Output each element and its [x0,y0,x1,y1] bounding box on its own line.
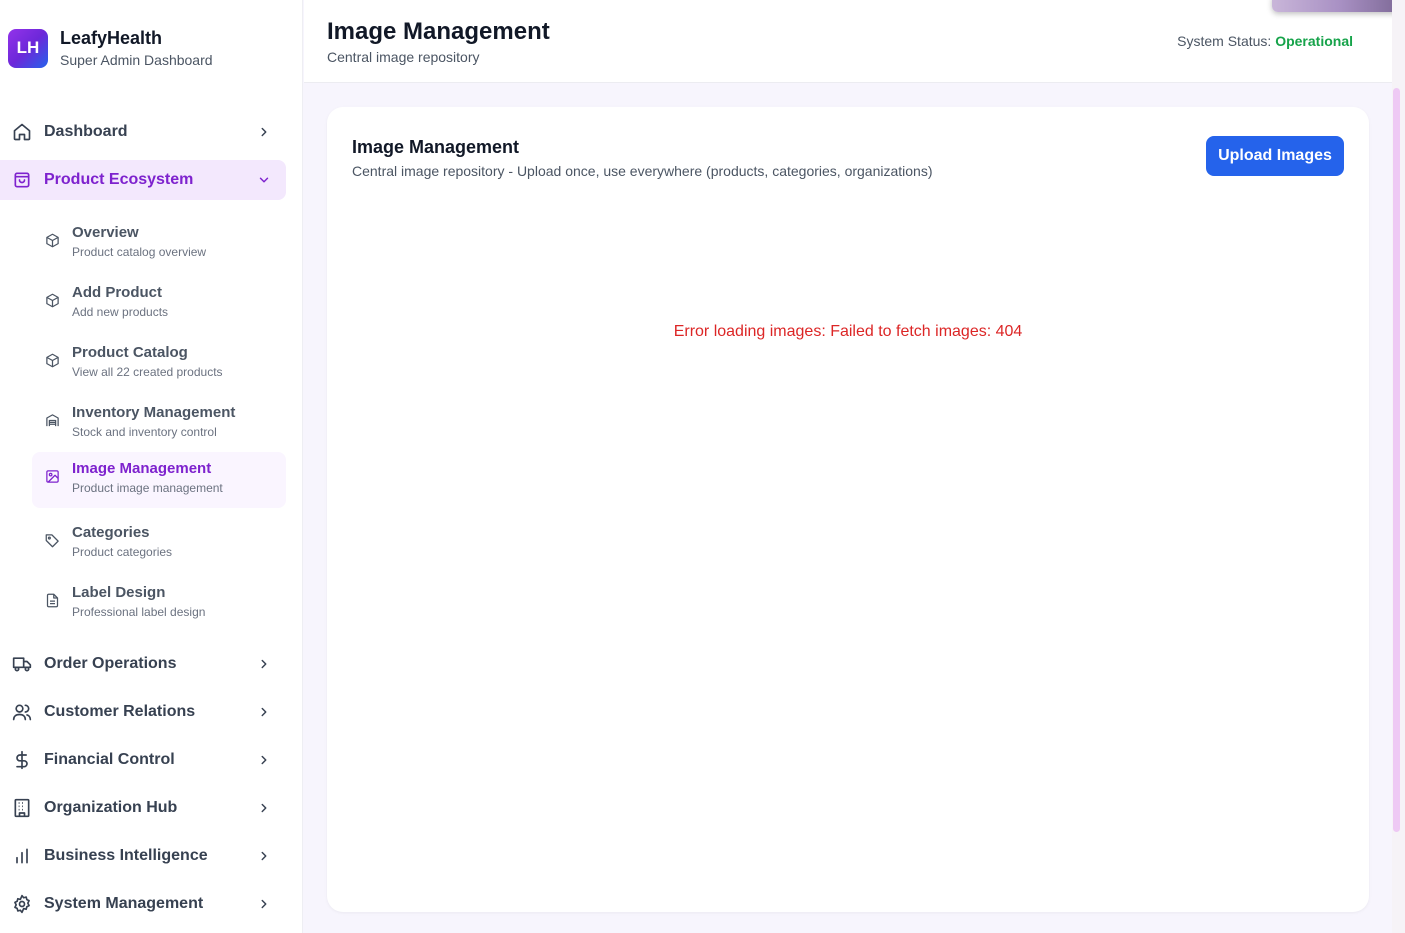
sidebar-item-label: Dashboard [44,123,128,140]
sidebar-item-label: Organization Hub [44,799,178,816]
brand[interactable]: LH LeafyHealth Super Admin Dashboard [8,28,213,68]
chevron-right-icon [256,848,272,864]
subitem-label: Product Catalog [72,344,188,361]
sidebar-subitem-categories[interactable]: Categories Product categories [32,516,286,572]
sidebar-subitem-inventory-management[interactable]: Inventory Management Stock and inventory… [32,396,286,452]
sidebar-item-label: Customer Relations [44,703,196,720]
file-text-icon [44,592,60,608]
subitem-label: Label Design [72,584,166,601]
subitem-desc: View all 22 created products [72,365,223,379]
error-message: Error loading images: Failed to fetch im… [673,323,1023,340]
truck-icon [12,654,32,674]
card-title: Image Management [352,137,520,157]
sidebar-item-label: Product Ecosystem [44,171,194,188]
upload-images-button[interactable]: Upload Images [1206,136,1344,176]
subitem-label: Overview [72,224,139,241]
image-icon [44,468,60,484]
sidebar-item-order-operations[interactable]: Order Operations [0,644,286,684]
building-icon [12,798,32,818]
chevron-right-icon [256,704,272,720]
tag-icon [44,532,60,548]
chevron-down-icon [256,172,272,188]
chevron-right-icon [256,800,272,816]
brand-subtitle: Super Admin Dashboard [60,52,213,68]
subitem-desc: Product catalog overview [72,245,207,259]
bar-chart-icon [12,846,32,866]
subitem-label: Image Management [72,460,212,477]
sidebar-item-label: Order Operations [44,655,177,672]
warehouse-icon [44,412,60,428]
subitem-desc: Professional label design [72,605,206,619]
subitem-desc: Stock and inventory control [72,425,217,439]
users-icon [12,702,32,722]
page-title: Image Management [327,18,550,45]
sidebar-subitem-label-design[interactable]: Label Design Professional label design [32,576,286,632]
sidebar-item-business-intelligence[interactable]: Business Intelligence [0,836,286,876]
chevron-right-icon [256,656,272,672]
sidebar-item-label: Financial Control [44,751,175,768]
image-management-card: Image Management Central image repositor… [327,107,1369,912]
package-icon [44,292,60,308]
package-icon [44,232,60,248]
sidebar-item-label: System Management [44,895,204,912]
chevron-right-icon [256,752,272,768]
sidebar-item-organization-hub[interactable]: Organization Hub [0,788,286,828]
subitem-desc: Product image management [72,481,223,495]
subitem-label: Categories [72,524,150,541]
sidebar-item-label: Business Intelligence [44,847,208,864]
scrollbar[interactable] [1392,0,1405,933]
gear-icon [12,894,32,914]
chevron-right-icon [256,896,272,912]
status-badge: Operational [1275,33,1353,49]
subitem-desc: Product categories [72,545,173,559]
chevron-right-icon [256,124,272,140]
system-status: System Status: Operational [1177,33,1353,49]
page-header: Image Management Central image repositor… [304,0,1405,83]
floating-thumbnail[interactable] [1272,0,1405,12]
sidebar-item-financial-control[interactable]: Financial Control [0,740,286,780]
subitem-desc: Add new products [72,305,169,319]
sidebar-subitem-add-product[interactable]: Add Product Add new products [32,276,286,332]
sidebar-subitem-product-catalog[interactable]: Product Catalog View all 22 created prod… [32,336,286,392]
sidebar-item-dashboard[interactable]: Dashboard [0,112,286,152]
brand-logo: LH [8,28,48,68]
home-icon [12,122,32,142]
sidebar-item-customer-relations[interactable]: Customer Relations [0,692,286,732]
subitem-label: Add Product [72,284,162,301]
brand-name: LeafyHealth [60,28,163,48]
sidebar-subitem-image-management[interactable]: Image Management Product image managemen… [32,452,286,508]
subitem-label: Inventory Management [72,404,236,421]
scrollbar-thumb[interactable] [1393,88,1400,832]
sidebar-subitem-overview[interactable]: Overview Product catalog overview [32,216,286,272]
status-label: System Status: [1177,33,1272,49]
sidebar-item-product-ecosystem[interactable]: Product Ecosystem [0,160,286,200]
dollar-icon [12,750,32,770]
page-subtitle: Central image repository [327,49,480,65]
sidebar: LH LeafyHealth Super Admin Dashboard Das… [0,0,303,933]
package-icon [44,352,60,368]
shopping-bag-icon [12,170,32,190]
sidebar-item-system-management[interactable]: System Management [0,884,286,924]
card-subtitle: Central image repository - Upload once, … [352,163,933,179]
